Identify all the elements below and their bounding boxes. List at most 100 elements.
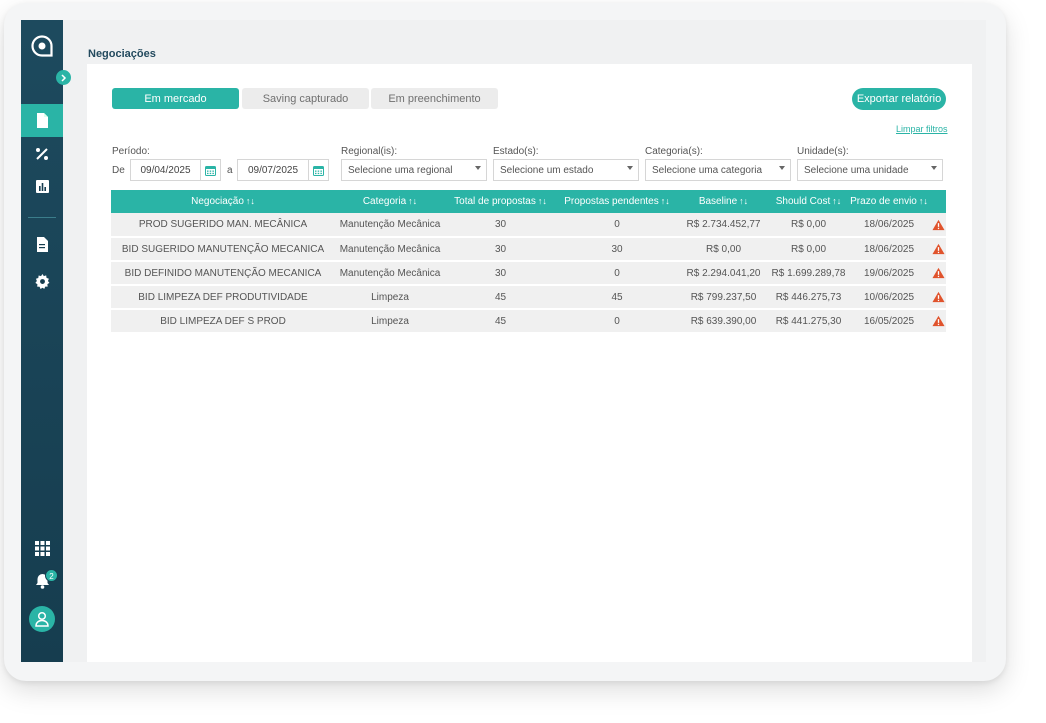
tab-em-preenchimento[interactable]: Em preenchimento [371,88,498,109]
notification-badge: 2 [45,569,58,582]
cell-categoria: Manutenção Mecânica [339,243,441,255]
column-header-prazo-envio[interactable]: Prazo de envio ↑↓ [848,190,930,213]
column-header-should-cost[interactable]: Should Cost ↑↓ [769,190,848,213]
date-to-value: 09/07/2025 [247,164,299,176]
sort-icon[interactable]: ↑↓ [919,196,928,206]
cell-should-cost: R$ 0,00 [790,219,827,230]
warning-icon[interactable] [931,219,945,231]
sidebar-item-documents[interactable] [21,228,63,261]
cell-total-propostas: 45 [494,291,507,303]
status-cell [930,309,946,333]
category-label: Categoria(s): [645,146,703,157]
warning-icon[interactable] [931,315,945,327]
cell-baseline: R$ 0,00 [705,243,742,255]
calendar-icon[interactable] [308,160,328,180]
column-header-propostas-pendentes[interactable]: Propostas pendentes ↑↓ [556,190,678,213]
status-cell [930,237,946,261]
sidebar-divider [28,217,56,218]
cell-total-propostas: 30 [494,219,507,230]
state-label: Estado(s): [493,146,539,157]
table-header-row: Negociação ↑↓ Categoria ↑↓ Total de propos… [111,190,946,213]
calendar-icon[interactable] [200,160,220,180]
column-header-total-propostas[interactable]: Total de propostas ↑↓ [445,190,556,213]
column-header-baseline[interactable]: Baseline ↑↓ [678,190,769,213]
status-cell [930,213,946,237]
chevron-down-icon [779,166,785,170]
cell-prazo-envio: 19/06/2025 [863,267,915,279]
clear-filters-link[interactable]: Limpar filtros [896,124,948,134]
cell-prazo-envio: 18/06/2025 [863,219,915,230]
unit-label: Unidade(s): [797,146,849,157]
state-select-value: Selecione um estado [500,164,594,176]
table-row[interactable]: PROD SUGERIDO MAN. MECÂNICA Manutenção Me… [111,213,946,237]
cell-total-propostas: 45 [494,315,507,327]
cell-negociacao: BID DEFINIDO MANUTENÇÃO MECANICA [124,267,322,279]
cell-propostas-pendentes: 0 [614,267,620,279]
sidebar-item-savings[interactable] [21,137,63,170]
cell-baseline: R$ 799.237,50 [690,291,757,303]
sort-icon[interactable]: ↑↓ [832,196,841,206]
date-to-label: a [227,165,233,176]
table-row[interactable]: BID LIMPEZA DEF PRODUTIVIDADE Limpeza 45 45… [111,285,946,309]
chevron-down-icon [627,166,633,170]
cell-should-cost: R$ 441.275,30 [775,315,842,327]
chevron-down-icon [475,166,481,170]
category-select[interactable]: Selecione uma categoria [645,159,791,181]
table-body: PROD SUGERIDO MAN. MECÂNICA Manutenção Me… [111,213,946,333]
negotiations-table: Negociação ↑↓ Categoria ↑↓ Total de propos… [111,190,946,334]
cell-categoria: Limpeza [371,315,409,327]
export-report-button[interactable]: Exportar relatório [852,88,946,110]
sort-icon[interactable]: ↑↓ [739,196,748,206]
table-row[interactable]: BID LIMPEZA DEF S PROD Limpeza 45 0 R$ 639.3… [111,309,946,333]
warning-icon[interactable] [931,291,945,303]
category-select-value: Selecione uma categoria [652,164,763,176]
bar-chart-icon [35,180,49,193]
cell-propostas-pendentes: 0 [614,315,620,327]
warning-icon[interactable] [931,243,945,255]
sidebar-item-settings[interactable] [21,265,63,298]
sidebar-item-reports-chart[interactable] [21,170,63,203]
sidebar: 2 [21,20,63,662]
chevron-down-icon [931,166,937,170]
table-row[interactable]: BID SUGERIDO MANUTENÇÃO MECANICA Manutenç… [111,237,946,261]
cell-should-cost: R$ 0,00 [790,243,827,255]
file-text-icon [37,237,48,252]
cell-baseline: R$ 639.390,00 [690,315,757,327]
sidebar-expand-button[interactable] [56,70,71,85]
cell-negociacao: BID SUGERIDO MANUTENÇÃO MECANICA [121,243,325,255]
apps-grid-icon[interactable] [21,541,63,556]
status-cell [930,285,946,309]
tab-em-mercado[interactable]: Em mercado [112,88,239,109]
regional-select-value: Selecione uma regional [348,164,453,176]
date-to-input[interactable]: 09/07/2025 [237,159,329,181]
sidebar-item-negociacoes[interactable] [21,104,63,137]
cell-propostas-pendentes: 45 [611,291,623,303]
sort-icon[interactable]: ↑↓ [538,196,547,206]
date-from-value: 09/04/2025 [140,164,191,176]
state-select[interactable]: Selecione um estado [493,159,639,181]
cell-negociacao: BID LIMPEZA DEF PRODUTIVIDADE [138,291,308,303]
cell-negociacao: BID LIMPEZA DEF S PROD [160,315,286,327]
date-from-input[interactable]: 09/04/2025 [130,159,221,181]
sort-icon[interactable]: ↑↓ [246,196,255,206]
cell-categoria: Limpeza [371,291,409,303]
cell-propostas-pendentes: 0 [614,219,620,230]
column-header-negociacao[interactable]: Negociação ↑↓ [111,190,335,213]
table-row[interactable]: BID DEFINIDO MANUTENÇÃO MECANICA Manutenç… [111,261,946,285]
cell-prazo-envio: 16/05/2025 [863,315,915,327]
unit-select[interactable]: Selecione uma unidade [797,159,943,181]
tab-saving-capturado[interactable]: Saving capturado [242,88,369,109]
chevron-right-icon [61,73,67,82]
regional-label: Regional(is): [341,146,398,157]
regional-select[interactable]: Selecione uma regional [341,159,487,181]
avatar[interactable] [29,606,55,632]
cell-categoria: Manutenção Mecânica [339,219,441,230]
cell-prazo-envio: 18/06/2025 [863,243,915,255]
warning-icon[interactable] [931,267,945,279]
logo-icon[interactable] [30,34,54,58]
sort-icon[interactable]: ↑↓ [661,196,670,206]
cell-should-cost: R$ 446.275,73 [775,291,842,303]
column-header-categoria[interactable]: Categoria ↑↓ [335,190,445,213]
document-icon [37,113,48,128]
sort-icon[interactable]: ↑↓ [408,196,417,206]
